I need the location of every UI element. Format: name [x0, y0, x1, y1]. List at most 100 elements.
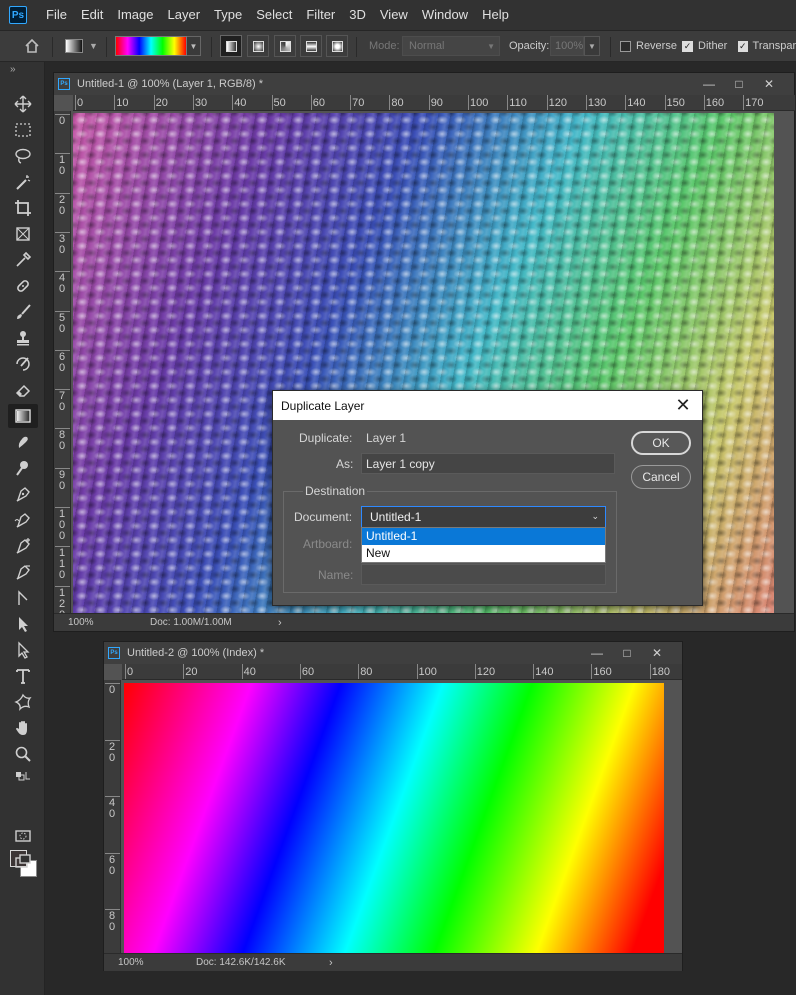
- gradient-picker[interactable]: ▼: [115, 31, 201, 61]
- tool-preset-picker[interactable]: ▼: [65, 31, 98, 61]
- history-brush-icon[interactable]: [8, 352, 38, 376]
- eyedropper-icon[interactable]: [8, 248, 38, 272]
- menu-3d[interactable]: 3D: [342, 0, 373, 30]
- chevron-right-icon[interactable]: ›: [329, 957, 333, 969]
- menu-select[interactable]: Select: [249, 0, 299, 30]
- ok-button[interactable]: OK: [631, 431, 691, 455]
- crop-tool-icon[interactable]: [8, 196, 38, 220]
- chevron-down-icon[interactable]: ▼: [584, 36, 600, 56]
- horizontal-ruler[interactable]: 0 20 40 60 80 100 120 140 160 180: [122, 664, 682, 680]
- dropdown-option-new[interactable]: New: [362, 545, 605, 562]
- ruler-label: 80: [108, 910, 116, 933]
- ruler-tick: [428, 95, 430, 110]
- document-titlebar[interactable]: Ps Untitled-2 @ 100% (Index) * — □ ✕: [104, 642, 682, 664]
- freeform-pen-icon[interactable]: [8, 508, 38, 532]
- angle-gradient-button[interactable]: [274, 35, 296, 57]
- vertical-ruler[interactable]: 0 20 40 60 80: [104, 680, 121, 954]
- gradient-tool-icon[interactable]: [8, 404, 38, 428]
- document-select[interactable]: Untitled-1 ⌄: [361, 506, 606, 528]
- zoom-level[interactable]: 100%: [68, 617, 94, 628]
- close-icon[interactable]: ✕: [754, 77, 784, 91]
- chevron-right-icon[interactable]: ›: [278, 617, 282, 629]
- magic-wand-icon[interactable]: [8, 170, 38, 194]
- hand-tool-icon[interactable]: [8, 716, 38, 740]
- ruler-tick: [507, 95, 509, 110]
- convert-point-icon[interactable]: [8, 586, 38, 610]
- close-icon[interactable]: ✕: [672, 394, 694, 416]
- document-title: Untitled-2 @ 100% (Index) *: [127, 647, 265, 659]
- menu-edit[interactable]: Edit: [74, 0, 110, 30]
- smudge-tool-icon[interactable]: [8, 430, 38, 454]
- maximize-icon[interactable]: □: [724, 77, 754, 91]
- eraser-tool-icon[interactable]: [8, 378, 38, 402]
- checkmark-icon[interactable]: ✓: [738, 40, 748, 52]
- ruler-label: 170: [745, 97, 764, 109]
- healing-brush-icon[interactable]: [8, 274, 38, 298]
- menu-file[interactable]: File: [39, 0, 74, 30]
- ruler-tick: [114, 95, 116, 110]
- quick-mask-icon[interactable]: [8, 824, 38, 848]
- pen-tool-icon[interactable]: [8, 482, 38, 506]
- vertical-ruler[interactable]: 0102030405060708090100110120: [54, 111, 71, 620]
- ruler-label: 140: [535, 666, 554, 678]
- zoom-tool-icon[interactable]: [8, 742, 38, 766]
- brush-tool-icon[interactable]: [8, 300, 38, 324]
- marquee-tool-icon[interactable]: [8, 118, 38, 142]
- ruler-tick: [585, 95, 587, 110]
- screen-mode-icon[interactable]: [8, 850, 38, 874]
- zoom-level[interactable]: 100%: [118, 957, 144, 968]
- path-selection-icon[interactable]: [8, 612, 38, 636]
- add-anchor-point-icon[interactable]: [8, 534, 38, 558]
- menu-view[interactable]: View: [373, 0, 415, 30]
- clone-stamp-icon[interactable]: [8, 326, 38, 350]
- dropdown-option-untitled-1[interactable]: Untitled-1: [362, 528, 605, 545]
- lasso-tool-icon[interactable]: [8, 144, 38, 168]
- collapse-icon[interactable]: »: [10, 64, 16, 75]
- linear-gradient-button[interactable]: [220, 35, 242, 57]
- ruler-tick: [664, 95, 666, 110]
- menu-image[interactable]: Image: [110, 0, 160, 30]
- swap-colors-icon[interactable]: [8, 768, 38, 786]
- direct-selection-icon[interactable]: [8, 638, 38, 662]
- move-tool-icon[interactable]: [8, 92, 38, 116]
- menu-window[interactable]: Window: [415, 0, 475, 30]
- maximize-icon[interactable]: □: [612, 646, 642, 660]
- gradient-swatch[interactable]: [115, 36, 187, 56]
- transparency-checkbox[interactable]: ✓ Transparency: [738, 31, 796, 61]
- as-name-input[interactable]: Layer 1 copy: [361, 453, 615, 474]
- reflected-gradient-button[interactable]: [300, 35, 322, 57]
- menu-layer[interactable]: Layer: [161, 0, 208, 30]
- destination-label: Destination: [303, 484, 368, 498]
- reverse-checkbox[interactable]: Reverse: [620, 31, 677, 61]
- home-icon[interactable]: [20, 31, 44, 61]
- horizontal-ruler[interactable]: 0 10 20 30 40 50 60 70 80 90 100 110 120 130 140 150 160…: [73, 95, 795, 111]
- minimize-icon[interactable]: —: [694, 77, 724, 91]
- document-titlebar[interactable]: Ps Untitled-1 @ 100% (Layer 1, RGB/8) * …: [54, 73, 794, 95]
- ruler-label: 150: [666, 97, 685, 109]
- divider: [356, 37, 357, 57]
- chevron-down-icon[interactable]: ▼: [187, 36, 201, 56]
- checkmark-icon[interactable]: ✓: [682, 40, 693, 52]
- options-bar: ▼ ▼ Mode: Normal ▼ Opacity: 100% ▼ Revers…: [0, 30, 796, 62]
- radial-gradient-button[interactable]: [247, 35, 269, 57]
- ruler-label: 60: [312, 97, 326, 109]
- checkbox-icon[interactable]: [620, 40, 631, 52]
- minimize-icon[interactable]: —: [582, 646, 612, 660]
- menu-help[interactable]: Help: [475, 0, 516, 30]
- chevron-down-icon: ⌄: [591, 511, 599, 521]
- dodge-tool-icon[interactable]: [8, 456, 38, 480]
- canvas-spectrum-gradient[interactable]: [124, 683, 664, 953]
- dither-checkbox[interactable]: ✓ Dither: [682, 31, 727, 61]
- diamond-gradient-button[interactable]: [326, 35, 348, 57]
- ruler-label: 10: [58, 154, 66, 178]
- close-icon[interactable]: ✕: [642, 646, 672, 660]
- menu-filter[interactable]: Filter: [299, 0, 342, 30]
- menu-type[interactable]: Type: [207, 0, 249, 30]
- custom-shape-icon[interactable]: [8, 690, 38, 714]
- artboard-label: Artboard:: [303, 537, 353, 551]
- type-tool-icon[interactable]: [8, 664, 38, 688]
- cancel-button[interactable]: Cancel: [631, 465, 691, 489]
- frame-tool-icon[interactable]: [8, 222, 38, 246]
- ruler-label: 20: [58, 193, 66, 217]
- delete-anchor-point-icon[interactable]: [8, 560, 38, 584]
